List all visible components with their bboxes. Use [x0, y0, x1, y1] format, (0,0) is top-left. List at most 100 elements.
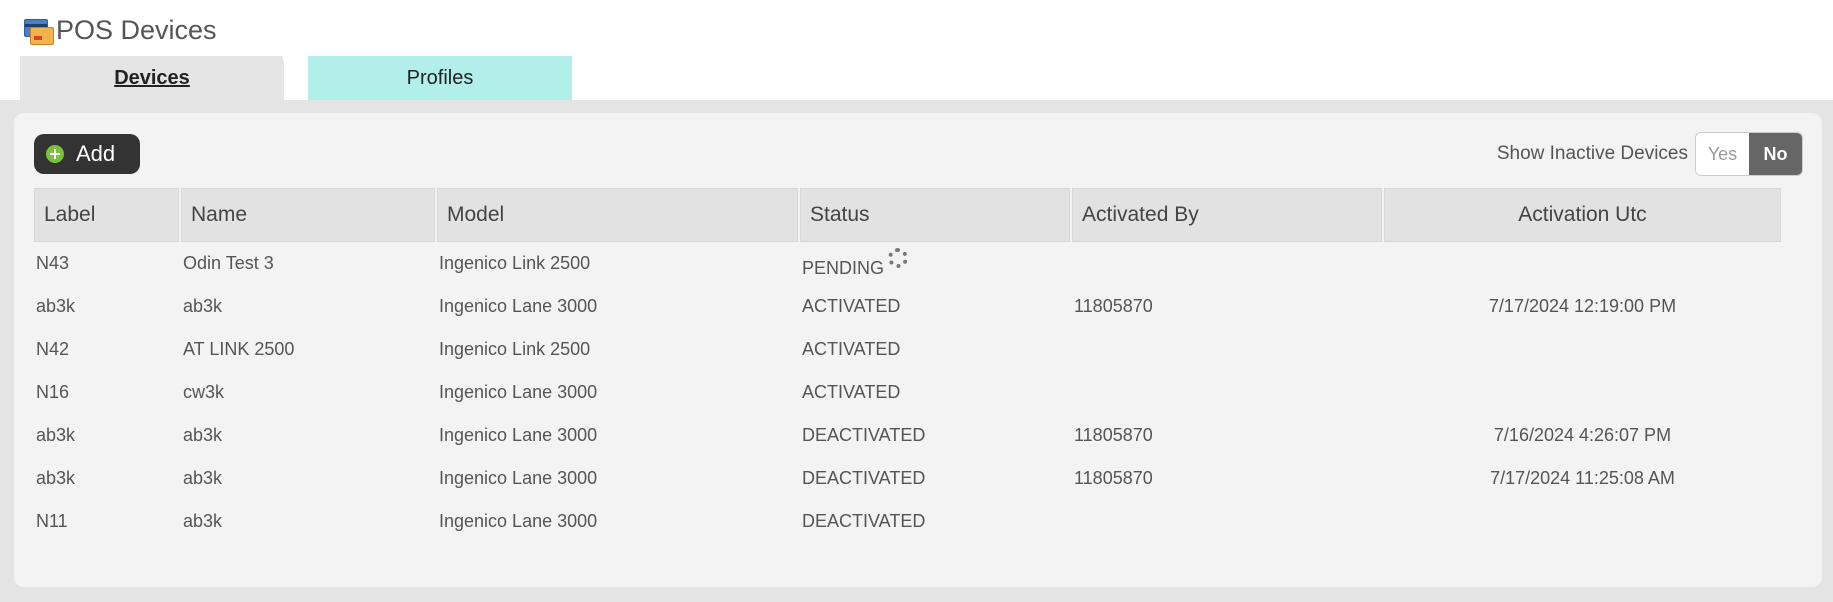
cell-label-text: N11 [36, 511, 68, 531]
cell-activated-by-text: 11805870 [1074, 468, 1153, 488]
cell-model: Ingenico Lane 3000 [437, 285, 798, 328]
column-header-model[interactable]: Model [437, 188, 798, 242]
cell-name: cw3k [181, 371, 435, 414]
cell-label-text: N43 [36, 253, 70, 273]
cell-model-text: Ingenico Lane 3000 [439, 296, 598, 316]
cell-activation-utc-text: 7/17/2024 12:19:00 PM [1488, 296, 1677, 316]
cell-activated-by-text: 11805870 [1074, 296, 1153, 316]
cell-activation-utc-text: 7/16/2024 4:26:07 PM [1493, 425, 1672, 445]
cell-name-text: ab3k [183, 296, 223, 316]
cell-status-text: ACTIVATED [802, 296, 901, 316]
cell-label: ab3k [34, 285, 179, 328]
cell-activation-utc [1384, 328, 1781, 371]
cell-model-text: Ingenico Lane 3000 [439, 468, 598, 488]
cell-label: ab3k [34, 414, 179, 457]
cell-name-text: ab3k [183, 468, 223, 488]
page-title: POS Devices [56, 14, 217, 45]
cell-label-text: ab3k [36, 296, 76, 316]
cell-name: ab3k [181, 285, 435, 328]
cell-activated-by [1072, 242, 1382, 285]
cell-activated-by [1072, 500, 1382, 543]
cell-activation-utc-text: 7/17/2024 11:25:08 AM [1490, 468, 1675, 488]
cell-model-text: Ingenico Lane 3000 [439, 511, 598, 531]
cell-label: N42 [34, 328, 179, 371]
column-header-label[interactable]: Label [34, 188, 179, 242]
cell-status-text: DEACTIVATED [802, 468, 926, 488]
cell-model-text: Ingenico Lane 3000 [439, 382, 598, 402]
table-row[interactable]: N16 cw3k Ingenico Lane 3000 ACTIVATED [34, 371, 1781, 414]
cell-activation-utc: 7/17/2024 11:25:08 AM [1384, 457, 1781, 500]
pos-devices-icon [22, 15, 54, 45]
cell-name: ab3k [181, 500, 435, 543]
show-inactive-label: Show Inactive Devices [1496, 143, 1688, 164]
column-header-activated-by[interactable]: Activated By [1072, 188, 1382, 242]
cell-label: ab3k [34, 457, 179, 500]
cell-activation-utc [1384, 371, 1781, 414]
column-header-status[interactable]: Status [800, 188, 1070, 242]
tab-bar: Devices Profiles [20, 56, 572, 100]
cell-status: DEACTIVATED [800, 500, 1070, 543]
table-row[interactable]: ab3k ab3k Ingenico Lane 3000 DEACTIVATED 118… [34, 414, 1781, 457]
cell-label-text: ab3k [36, 425, 76, 445]
page-header: POS Devices [22, 10, 217, 50]
cell-model: Ingenico Link 2500 [437, 242, 798, 285]
cell-name: Odin Test 3 [181, 242, 435, 285]
cell-name-text: Odin Test 3 [183, 253, 274, 273]
cell-activation-utc [1384, 242, 1781, 285]
cell-label: N43 [34, 242, 179, 285]
cell-model: Ingenico Lane 3000 [437, 500, 798, 543]
cell-activated-by: 11805870 [1072, 285, 1382, 328]
cell-name: AT LINK 2500 [181, 328, 435, 371]
cell-status: ACTIVATED [800, 328, 1070, 371]
cell-name: ab3k [181, 457, 435, 500]
add-button-label: Add [76, 141, 116, 166]
table-row[interactable]: N43 Odin Test 3 Ingenico Link 2500 PENDING [34, 242, 1781, 285]
loading-spinner-icon [888, 248, 909, 268]
cell-status: DEACTIVATED [800, 457, 1070, 500]
cell-label-text: N16 [36, 382, 70, 402]
cell-status-text: ACTIVATED [802, 382, 901, 402]
cell-status: DEACTIVATED [800, 414, 1070, 457]
cell-activated-by: 11805870 [1072, 457, 1382, 500]
cell-status: ACTIVATED [800, 285, 1070, 328]
table-header-row: Label Name Model Status Activated By Act… [34, 188, 1781, 242]
cell-model-text: Ingenico Link 2500 [439, 253, 591, 273]
show-inactive-toggle[interactable]: Yes No [1695, 132, 1803, 176]
table-row[interactable]: ab3k ab3k Ingenico Lane 3000 DEACTIVATED 118… [34, 457, 1781, 500]
toggle-yes-button[interactable]: Yes [1696, 133, 1749, 175]
cell-activated-by [1072, 328, 1382, 371]
cell-activation-utc: 7/16/2024 4:26:07 PM [1384, 414, 1781, 457]
table-row[interactable]: N42 AT LINK 2500 Ingenico Link 2500 ACTIVAT… [34, 328, 1781, 371]
cell-activation-utc: 7/17/2024 12:19:00 PM [1384, 285, 1781, 328]
cell-activated-by-text: 11805870 [1074, 425, 1153, 445]
cell-label: N11 [34, 500, 179, 543]
add-button[interactable]: Add [34, 134, 140, 174]
cell-model: Ingenico Lane 3000 [437, 371, 798, 414]
cell-label: N16 [34, 371, 179, 414]
cell-activated-by [1072, 371, 1382, 414]
tab-profiles[interactable]: Profiles [308, 56, 572, 100]
cell-name-text: ab3k [183, 511, 223, 531]
cell-name-text: AT LINK 2500 [183, 339, 295, 359]
cell-model: Ingenico Lane 3000 [437, 457, 798, 500]
cell-activated-by: 11805870 [1072, 414, 1382, 457]
show-inactive-filter: Show Inactive Devices Yes No [1497, 132, 1803, 176]
table-row[interactable]: ab3k ab3k Ingenico Lane 3000 ACTIVATED 11805… [34, 285, 1781, 328]
cell-status-text: ACTIVATED [802, 339, 901, 359]
cell-name: ab3k [181, 414, 435, 457]
cell-model: Ingenico Lane 3000 [437, 414, 798, 457]
toggle-no-button[interactable]: No [1749, 133, 1802, 175]
cell-model: Ingenico Link 2500 [437, 328, 798, 371]
plus-circle-icon [46, 145, 64, 163]
cell-status-text: DEACTIVATED [802, 511, 926, 531]
cell-name-text: cw3k [183, 382, 225, 402]
cell-model-text: Ingenico Lane 3000 [439, 425, 598, 445]
column-header-activation-utc[interactable]: Activation Utc [1384, 188, 1781, 242]
cell-status: ACTIVATED [800, 371, 1070, 414]
tab-devices[interactable]: Devices [20, 56, 284, 100]
cell-status-text: DEACTIVATED [802, 425, 926, 445]
table-row[interactable]: N11 ab3k Ingenico Lane 3000 DEACTIVATED [34, 500, 1781, 543]
cell-model-text: Ingenico Link 2500 [439, 339, 591, 359]
column-header-name[interactable]: Name [181, 188, 435, 242]
devices-table: Label Name Model Status Activated By Act… [32, 188, 1783, 543]
